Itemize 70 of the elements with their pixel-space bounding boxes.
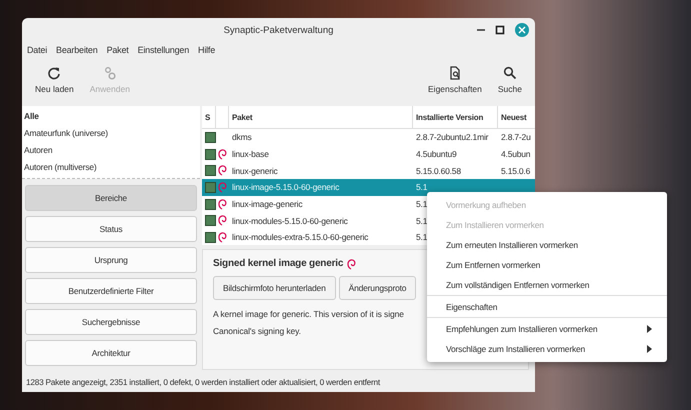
menu-item[interactable]: Zum erneuten Installieren vormerken (427, 235, 667, 255)
close-button[interactable] (515, 23, 529, 37)
toolbar-button[interactable]: Suche (496, 62, 524, 102)
menu-item[interactable]: Bearbeiten (56, 45, 98, 55)
table-cell: 5.1 (416, 216, 428, 226)
menu-item[interactable]: Eigenschaften (427, 297, 667, 318)
column-header[interactable]: Paket (229, 106, 413, 128)
details-button[interactable]: Bildschirmfoto herunterladen (213, 276, 336, 300)
window-title: Synaptic-Paketverwaltung (224, 24, 334, 36)
package-description: A kernel image for generic. This version of it is signe Canonical's signing key. (213, 308, 404, 338)
installed-status-icon (205, 182, 216, 193)
table-cell: 5.1 (416, 232, 428, 242)
menu-item[interactable]: Zum Entfernen vormerken (427, 255, 667, 275)
filter-button[interactable]: Benutzerdefinierte Filter (25, 278, 197, 304)
filter-button[interactable]: Ursprung (25, 247, 197, 273)
minimize-icon (477, 29, 485, 31)
installed-status-icon (205, 132, 216, 143)
search-icon (502, 66, 517, 80)
menu-item[interactable]: Vorschläge zum Installieren vormerken (427, 339, 667, 359)
table-cell: linux-image-5.15.0-60-generic (232, 182, 340, 192)
installed-status-icon (205, 215, 216, 226)
table-cell: 2.8.7-2u (501, 132, 531, 142)
status-text: 1283 Pakete angezeigt, 2351 installiert, 0 defekt, 0 werden installiert oder aktualisiert, 0 werden entfernt (26, 377, 380, 387)
menu-item[interactable]: Paket (106, 45, 129, 55)
table-cell: 5.1 (416, 182, 428, 192)
table-cell: 4.5ubun (501, 149, 530, 160)
close-icon (518, 26, 526, 34)
maximize-icon (495, 25, 505, 35)
filter-button[interactable]: Status (25, 216, 197, 242)
table-cell: linux-modules-extra-5.15.0-60-generic (232, 232, 368, 242)
filter-button[interactable]: Bereiche (25, 185, 197, 211)
section-item[interactable]: Alle (22, 108, 200, 125)
column-header[interactable]: Neuest (498, 106, 535, 128)
document-icon (448, 66, 462, 80)
gears-icon (102, 66, 117, 80)
menu-item[interactable]: Datei (27, 45, 48, 55)
swirl-icon (345, 258, 358, 271)
table-cell: dkms (232, 132, 252, 142)
package-row[interactable]: linux-generic 5.15.0.60.58 5.15.0.6 (202, 162, 535, 180)
column-header[interactable]: S (202, 106, 216, 128)
table-cell: 4.5ubuntu9 (416, 149, 457, 160)
table-cell: linux-modules-5.15.0-60-generic (232, 216, 348, 226)
filter-button[interactable]: Architektur (25, 340, 197, 366)
menu-item[interactable]: Hilfe (198, 45, 216, 55)
table-cell: linux-image-generic (232, 199, 302, 210)
installed-status-icon (205, 198, 216, 210)
table-cell: 5.15.0.60.58 (416, 166, 461, 176)
filter-button[interactable]: Suchergebnisse (25, 309, 197, 335)
toolbar-button[interactable]: Neu laden (33, 62, 76, 102)
menu-item[interactable]: Empfehlungen zum Installieren vormerken (427, 319, 667, 339)
table-cell: 5.15.0.6 (501, 166, 530, 176)
installed-status-icon (205, 232, 216, 243)
details-button[interactable]: Änderungsproto (338, 276, 416, 300)
table-cell: 5.1 (416, 199, 428, 210)
table-cell: 2.8.7-2ubuntu2.1mir (416, 132, 488, 142)
installed-status-icon (205, 148, 216, 160)
table-cell: linux-generic (232, 166, 278, 176)
package-row[interactable]: linux-base 4.5ubuntu9 4.5ubun (202, 146, 535, 162)
section-item[interactable]: Amateurfunk (universe) (22, 125, 200, 142)
toolbar-button[interactable]: Eigenschaften (426, 62, 484, 102)
column-header[interactable]: Installierte Version (413, 106, 498, 128)
package-row[interactable]: dkms 2.8.7-2ubuntu2.1mir 2.8.7-2u (202, 129, 535, 146)
menu-item[interactable]: Zum vollständigen Entfernen vormerken (427, 275, 667, 296)
menu-item[interactable]: Einstellungen (138, 45, 190, 55)
table-cell: linux-base (232, 149, 269, 160)
installed-status-icon (205, 165, 216, 176)
package-title: Signed kernel image generic (213, 258, 344, 269)
reload-icon (47, 66, 62, 80)
section-item[interactable]: Autoren (multiverse) (22, 159, 200, 176)
section-item[interactable]: Autoren (22, 142, 200, 159)
